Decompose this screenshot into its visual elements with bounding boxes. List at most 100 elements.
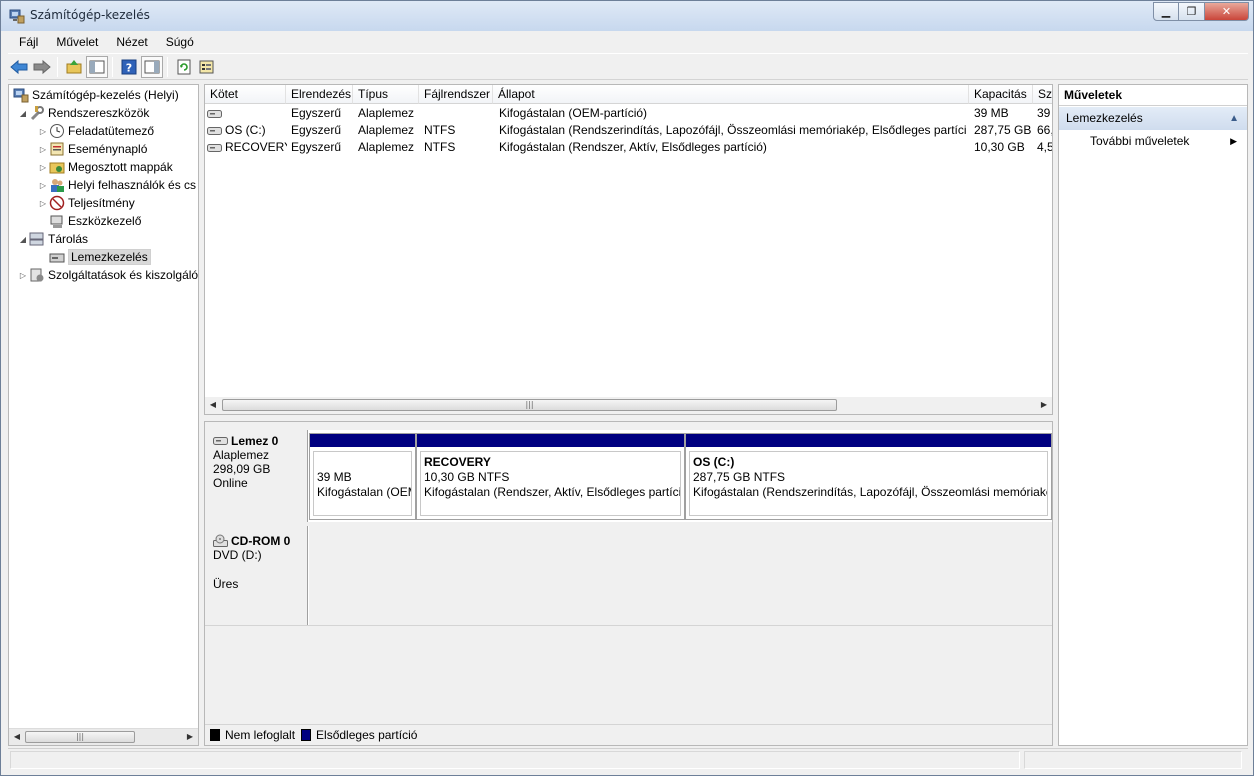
volume-icon bbox=[207, 127, 222, 135]
volume-status: Kifogástalan (Rendszerindítás, Lapozófáj… bbox=[499, 123, 967, 137]
partition-status: Kifogástalan (OEM-partíció) bbox=[317, 485, 411, 499]
scroll-right-icon[interactable]: ▶ bbox=[184, 731, 196, 743]
tree-item-task-scheduler[interactable]: ▷ Feladatütemező bbox=[37, 122, 154, 140]
actions-header: Műveletek bbox=[1059, 85, 1247, 106]
tree-item-local-users[interactable]: ▷ Helyi felhasználók és cs bbox=[37, 176, 196, 194]
partition-color-bar bbox=[310, 434, 415, 447]
refresh-button[interactable] bbox=[173, 56, 195, 78]
disk-management-icon bbox=[49, 249, 65, 265]
tree-item-device-manager[interactable]: Eszközkezelő bbox=[49, 212, 141, 230]
navigation-tree: Számítógép-kezelés (Helyi) ◢ Rendszeresz… bbox=[8, 84, 199, 746]
partition-size: 39 MB bbox=[317, 470, 352, 484]
event-viewer-icon bbox=[49, 141, 65, 157]
more-actions-item[interactable]: További műveletek ▶ bbox=[1059, 130, 1247, 152]
column-header-volume[interactable]: Kötet bbox=[205, 85, 286, 104]
show-hide-tree-button[interactable] bbox=[86, 55, 108, 78]
collapse-arrow-icon[interactable]: ◢ bbox=[17, 235, 29, 244]
partition-details: OS (C:) 287,75 GB NTFS Kifogástalan (Ren… bbox=[689, 451, 1048, 516]
close-button[interactable]: ✕ bbox=[1205, 2, 1249, 21]
column-header-free-space[interactable]: Sza bbox=[1033, 85, 1052, 104]
up-button[interactable] bbox=[63, 56, 85, 78]
help-button[interactable]: ? bbox=[118, 56, 140, 78]
tree-horizontal-scrollbar[interactable]: ◀ ||| ▶ bbox=[9, 728, 198, 745]
minimize-button[interactable]: ▁ bbox=[1153, 2, 1179, 21]
legend-unallocated-label: Nem lefoglalt bbox=[225, 728, 296, 742]
scroll-left-icon[interactable]: ◀ bbox=[11, 731, 23, 743]
expand-arrow-icon[interactable]: ▷ bbox=[37, 127, 49, 136]
tree-item-storage[interactable]: ◢ Tárolás bbox=[17, 230, 88, 248]
cdrom-0-media-area[interactable] bbox=[309, 526, 1052, 625]
scrollbar-thumb[interactable]: ||| bbox=[25, 731, 135, 743]
menu-action[interactable]: Művelet bbox=[45, 35, 105, 49]
column-header-layout[interactable]: Elrendezés bbox=[286, 85, 353, 104]
volume-capacity: 10,30 GB bbox=[974, 140, 1025, 154]
volume-free-space: 39 bbox=[1037, 106, 1051, 120]
show-hide-action-pane-button[interactable] bbox=[141, 55, 163, 78]
actions-section-label: Lemezkezelés bbox=[1066, 111, 1143, 125]
computer-management-icon bbox=[13, 87, 29, 103]
status-segment bbox=[1024, 751, 1242, 769]
restore-button[interactable]: ❐ bbox=[1179, 2, 1205, 21]
disk-size: 298,09 GB bbox=[213, 462, 271, 476]
cdrom-0-label[interactable]: CD-ROM 0 DVD (D:) Üres bbox=[205, 526, 308, 625]
properties-button[interactable] bbox=[196, 56, 218, 78]
back-button[interactable] bbox=[8, 56, 30, 78]
scroll-left-icon[interactable]: ◀ bbox=[207, 399, 219, 411]
partition-recovery[interactable]: RECOVERY 10,30 GB NTFS Kifogástalan (Ren… bbox=[416, 433, 685, 520]
tree-item-label: Szolgáltatások és kiszolgáló bbox=[48, 268, 199, 282]
app-window: Számítógép-kezelés ▁ ❐ ✕ Fájl Művelet Né… bbox=[0, 0, 1254, 776]
partition-oem[interactable]: 39 MB Kifogástalan (OEM-partíció) bbox=[309, 433, 416, 520]
scroll-right-icon[interactable]: ▶ bbox=[1038, 399, 1050, 411]
disk-name: Lemez 0 bbox=[231, 434, 279, 448]
partition-status: Kifogástalan (Rendszerindítás, Lapozófáj… bbox=[693, 485, 1047, 499]
tree-item-services[interactable]: ▷ Szolgáltatások és kiszolgáló bbox=[17, 266, 198, 284]
tree-item-performance[interactable]: ▷ Teljesítmény bbox=[37, 194, 135, 212]
column-header-type[interactable]: Típus bbox=[353, 85, 419, 104]
expand-arrow-icon[interactable]: ▷ bbox=[17, 271, 29, 280]
scrollbar-thumb[interactable]: ||| bbox=[222, 399, 837, 411]
menu-help[interactable]: Súgó bbox=[155, 35, 201, 49]
tree-item-shared-folders[interactable]: ▷ Megosztott mappák bbox=[37, 158, 173, 176]
collapse-up-icon[interactable]: ▲ bbox=[1229, 107, 1239, 130]
tree-item-disk-management[interactable]: Lemezkezelés bbox=[49, 248, 151, 266]
volume-capacity: 287,75 GB bbox=[974, 123, 1032, 137]
volume-icon bbox=[207, 110, 222, 118]
volume-filesystem bbox=[424, 105, 492, 122]
partition-size: 287,75 GB NTFS bbox=[693, 470, 786, 484]
menu-view[interactable]: Nézet bbox=[105, 35, 154, 49]
list-horizontal-scrollbar[interactable]: ◀ ||| ▶ bbox=[205, 397, 1052, 414]
expand-arrow-icon[interactable]: ▷ bbox=[37, 145, 49, 154]
column-header-filesystem[interactable]: Fájlrendszer bbox=[419, 85, 493, 104]
tools-icon bbox=[29, 105, 45, 121]
menu-file[interactable]: Fájl bbox=[8, 35, 45, 49]
performance-icon bbox=[49, 195, 65, 211]
forward-button[interactable] bbox=[31, 56, 53, 78]
disk-name: CD-ROM 0 bbox=[231, 534, 291, 548]
volume-type: Alaplemez bbox=[358, 140, 415, 154]
computer-management-icon bbox=[9, 9, 25, 24]
submenu-arrow-icon: ▶ bbox=[1230, 136, 1237, 146]
expand-arrow-icon[interactable]: ▷ bbox=[37, 181, 49, 190]
expand-arrow-icon[interactable]: ▷ bbox=[37, 199, 49, 208]
storage-icon bbox=[29, 231, 45, 247]
partition-os-c[interactable]: OS (C:) 287,75 GB NTFS Kifogástalan (Ren… bbox=[685, 433, 1052, 520]
services-icon bbox=[29, 267, 45, 283]
volume-name bbox=[225, 105, 285, 122]
expand-arrow-icon[interactable]: ▷ bbox=[37, 163, 49, 172]
tree-item-event-viewer[interactable]: ▷ Eseménynapló bbox=[37, 140, 147, 158]
column-header-status[interactable]: Állapot bbox=[493, 85, 969, 104]
partition-name bbox=[317, 455, 408, 470]
empty-area bbox=[205, 625, 1052, 724]
tree-item-label: Megosztott mappák bbox=[68, 160, 173, 174]
collapse-arrow-icon[interactable]: ◢ bbox=[17, 109, 29, 118]
partition-details: 39 MB Kifogástalan (OEM-partíció) bbox=[313, 451, 412, 516]
title-bar[interactable]: Számítógép-kezelés ▁ ❐ ✕ bbox=[1, 1, 1253, 31]
actions-section-disk-management[interactable]: Lemezkezelés ▲ bbox=[1059, 107, 1247, 130]
tree-item-system-tools[interactable]: ◢ Rendszereszközök bbox=[17, 104, 149, 122]
disk-0-label[interactable]: Lemez 0 Alaplemez 298,09 GB Online bbox=[205, 430, 308, 522]
tree-item-label: Eseménynapló bbox=[68, 142, 148, 156]
column-header-capacity[interactable]: Kapacitás bbox=[969, 85, 1033, 104]
device-manager-icon bbox=[49, 213, 65, 229]
tree-item-root[interactable]: Számítógép-kezelés (Helyi) bbox=[13, 86, 179, 104]
restore-icon: ❐ bbox=[1186, 5, 1197, 18]
